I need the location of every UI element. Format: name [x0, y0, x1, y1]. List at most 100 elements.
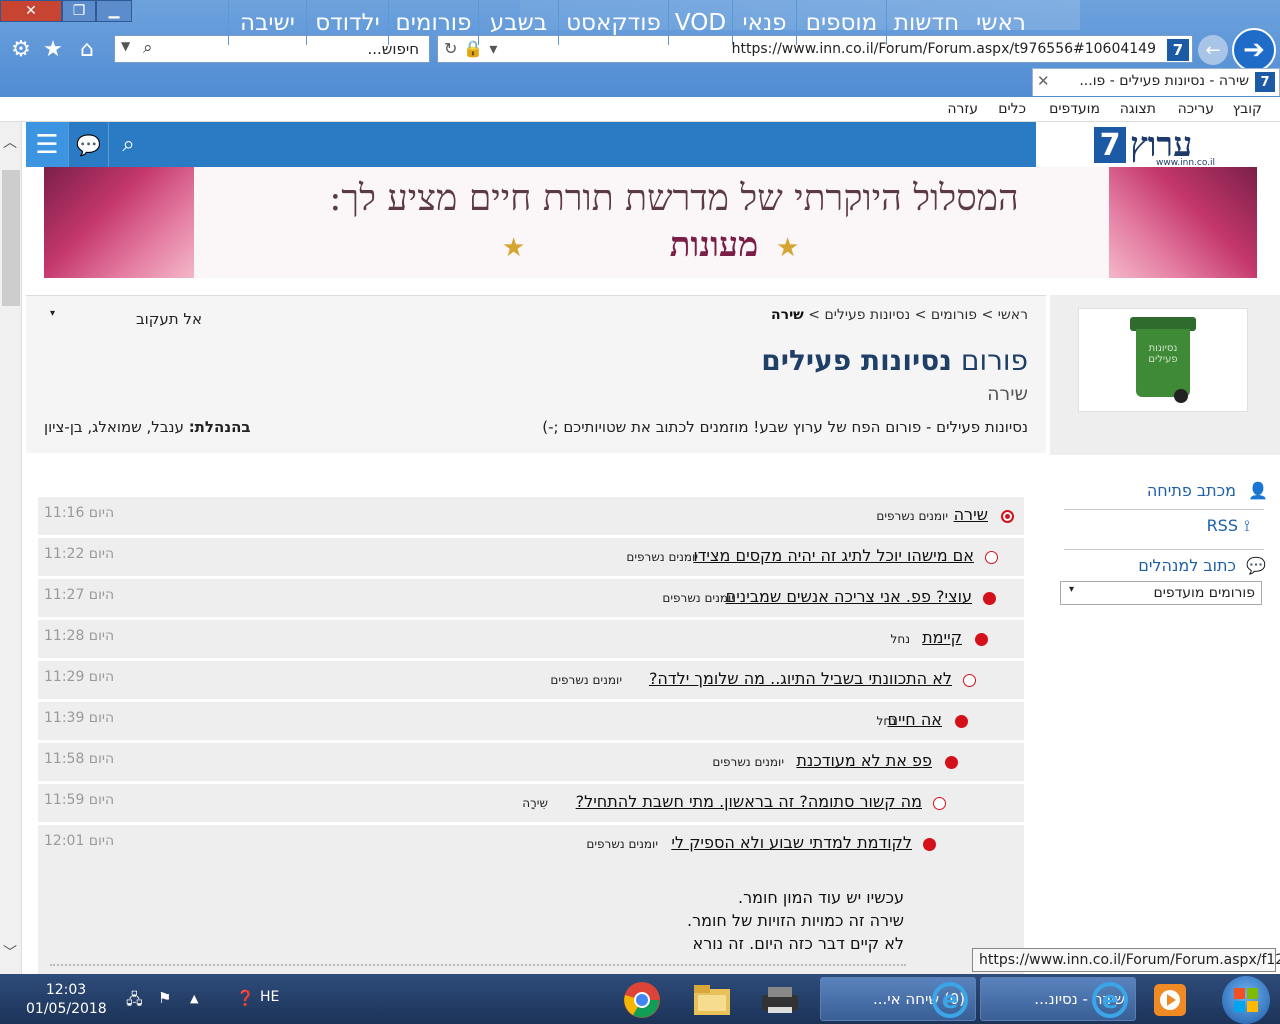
favorites-star-icon[interactable]: ★ [40, 36, 66, 62]
table-row[interactable]: היום 11:29 יומנים נשרפים לא התכוונתי בשב… [38, 661, 1024, 699]
table-row[interactable]: היום 11:28 נחל קיימת [38, 620, 1024, 658]
forward-button[interactable]: ➔ [1232, 28, 1276, 72]
menu-edit[interactable]: עריכה [1178, 101, 1214, 117]
breadcrumb-forum[interactable]: נסיונות פעילים [824, 307, 910, 323]
table-row[interactable]: היום 11:22 יומנים נשרפים אם מישהו יוכל ל… [38, 538, 1024, 576]
menu-view[interactable]: תצוגה [1120, 101, 1156, 117]
ad-banner[interactable]: המסלול היוקרתי של מדרשת תורת חיים מציע ל… [44, 167, 1257, 278]
nav-news[interactable]: חדשות [886, 0, 966, 45]
nav-besheva[interactable]: בשבע [478, 0, 558, 45]
nav-leisure[interactable]: פנאי [732, 0, 796, 45]
star-icon: ★ [776, 233, 800, 263]
tab-active[interactable]: 7 שירה - נסיונות פעילים - פו... ✕ [1032, 68, 1280, 96]
internet-explorer-icon[interactable]: e [932, 982, 968, 1018]
thread-subject[interactable]: לא התכוונתי בשביל התיוג.. מה שלומך ילדה? [649, 669, 952, 688]
banner-left-graphic [44, 167, 194, 278]
thread-subject[interactable]: קיימת [922, 628, 962, 647]
menu-file[interactable]: קובץ [1233, 101, 1262, 117]
table-row[interactable]: היום 11:58 יומנים נשרפים פפ את לא מעודכנ… [38, 743, 1024, 781]
gear-icon[interactable]: ⚙ [8, 36, 34, 62]
home-icon[interactable]: ⌂ [74, 36, 100, 62]
internet-explorer-icon[interactable]: e [1092, 982, 1128, 1018]
thread-marker-icon [983, 592, 996, 605]
taskbar-clock[interactable]: 12:03 01/05/2018 [26, 981, 107, 1019]
thread-author[interactable]: יומנים נשרפים [662, 591, 734, 605]
nav-yeshiva[interactable]: ישיבה [228, 0, 306, 45]
scroll-down-icon[interactable]: ﹀ [3, 942, 17, 962]
chevron-down-icon[interactable]: ▾ [50, 308, 55, 319]
network-icon[interactable]: 🖧 [126, 989, 143, 1014]
thread-author[interactable]: יומנים נשרפים [550, 673, 622, 687]
thread-subject[interactable]: אם מישהו יוכל לתיג זה יהיה מקסים מצידו [693, 546, 974, 565]
flag-icon[interactable]: ⚑ [158, 989, 171, 1007]
tab-favicon-icon: 7 [1255, 72, 1275, 92]
nav-supplements[interactable]: מוספים [796, 0, 886, 45]
thread-time: היום 11:59 [44, 792, 115, 808]
folder-icon[interactable] [692, 980, 732, 1020]
sidebar-item-rss[interactable]: RSS [1207, 516, 1238, 535]
site-favicon-icon: 7 [1167, 39, 1189, 61]
minimize-window-button[interactable]: ▁ [96, 0, 132, 22]
close-window-button[interactable]: ✕ [0, 0, 62, 22]
thread-author[interactable]: נחל [891, 632, 910, 646]
favorites-forums-select[interactable]: פורומים מועדפים ▾ [1060, 581, 1262, 605]
language-indicator[interactable]: HE [260, 989, 279, 1005]
post-line: עכשיו יש עוד המון חומר. [738, 888, 904, 907]
chevron-down-icon[interactable]: ▾ [1069, 584, 1074, 595]
chevron-up-icon[interactable]: ▲ [190, 992, 198, 1005]
vertical-scrollbar[interactable]: ︿ ﹀ [0, 122, 22, 974]
chevron-down-icon[interactable]: ▼ [121, 39, 130, 53]
site-logo[interactable]: 7 ערוץ www.inn.co.il [1086, 124, 1226, 168]
media-player-icon[interactable] [1150, 980, 1190, 1020]
thread-author[interactable]: יומנים נשרפים [876, 509, 948, 523]
table-row[interactable]: היום 11:16 יומנים נשרפים שירה [38, 497, 1024, 535]
table-row[interactable]: היום 11:27 יומנים נשרפים עוצי? פפ. אני צ… [38, 579, 1024, 617]
start-button[interactable] [1222, 976, 1270, 1024]
printer-icon[interactable] [760, 980, 800, 1020]
table-row[interactable]: היום 11:59 שִירָה מה קשור סתומה? זה בראש… [38, 784, 1024, 822]
breadcrumb-home[interactable]: ראשי [998, 307, 1028, 323]
menu-bar: קובץ עריכה תצוגה מועדפים כלים עזרה [0, 97, 1280, 122]
restore-window-button[interactable]: ❐ [62, 0, 96, 22]
thread-subject[interactable]: אה חיים [888, 710, 942, 729]
thread-author[interactable]: יומנים נשרפים [586, 837, 658, 851]
nav-kids[interactable]: ילדודס [306, 0, 388, 45]
divider [50, 964, 906, 966]
thread-subject[interactable]: מה קשור סתומה? זה בראשון. מתי חשבת להתחי… [576, 792, 922, 811]
scroll-up-icon[interactable]: ︿ [3, 132, 17, 152]
nav-home[interactable]: ראשי [966, 0, 1036, 45]
sidebar-item-write-admins[interactable]: כתוב למנהלים [1138, 556, 1236, 575]
menu-tools[interactable]: כלים [998, 101, 1026, 117]
thread-author[interactable]: יומנים נשרפים [626, 550, 698, 564]
nav-podcast[interactable]: פודקאסט [558, 0, 668, 45]
scroll-thumb[interactable] [2, 170, 20, 306]
menu-favorites[interactable]: מועדפים [1049, 101, 1100, 117]
clock-time: 12:03 [45, 982, 87, 998]
tab-title[interactable]: שירה - נסיונות פעילים - פו... [1079, 73, 1249, 89]
thread-subject[interactable]: פפ את לא מעודכנת [796, 751, 932, 770]
table-row[interactable]: היום 11:39 נחל אה חיים [38, 702, 1024, 740]
person-icon: 👤 [1248, 481, 1268, 500]
nav-forums[interactable]: פורומים [388, 0, 478, 45]
help-icon[interactable]: ❓ [236, 989, 255, 1007]
menu-help[interactable]: עזרה [947, 101, 978, 117]
thread-subject[interactable]: עוצי? פפ. אני צריכה אנשים שמבינים [726, 587, 972, 606]
nav-vod[interactable]: VOD [668, 0, 732, 45]
post-body: עכשיו יש עוד המון חומר. שירה זה כמויות ה… [687, 886, 904, 955]
thread-subject[interactable]: לקודמת למדתי שבוע ולא הספיק לי [671, 833, 912, 852]
breadcrumb-forums[interactable]: פורומים [931, 307, 977, 323]
chrome-icon[interactable] [622, 980, 662, 1020]
back-button[interactable]: ← [1198, 35, 1228, 65]
thread-author[interactable]: שִירָה [522, 796, 548, 810]
hamburger-menu-icon[interactable]: ☰ [26, 122, 68, 167]
search-icon[interactable]: ⌕ [108, 122, 148, 167]
sidebar-item-welcome-letter[interactable]: מכתב פתיחה [1147, 481, 1236, 500]
thread-time: היום 11:58 [44, 751, 115, 767]
chat-icon[interactable]: 💬 [68, 122, 108, 167]
follow-select[interactable]: אל תעקוב [136, 310, 202, 328]
search-icon[interactable]: ⌕ [143, 38, 153, 58]
thread-author[interactable]: יומנים נשרפים [712, 755, 784, 769]
close-tab-icon[interactable]: ✕ [1037, 72, 1050, 90]
thread-subject[interactable]: שירה [954, 505, 988, 524]
banner-right-graphic [1109, 167, 1257, 278]
